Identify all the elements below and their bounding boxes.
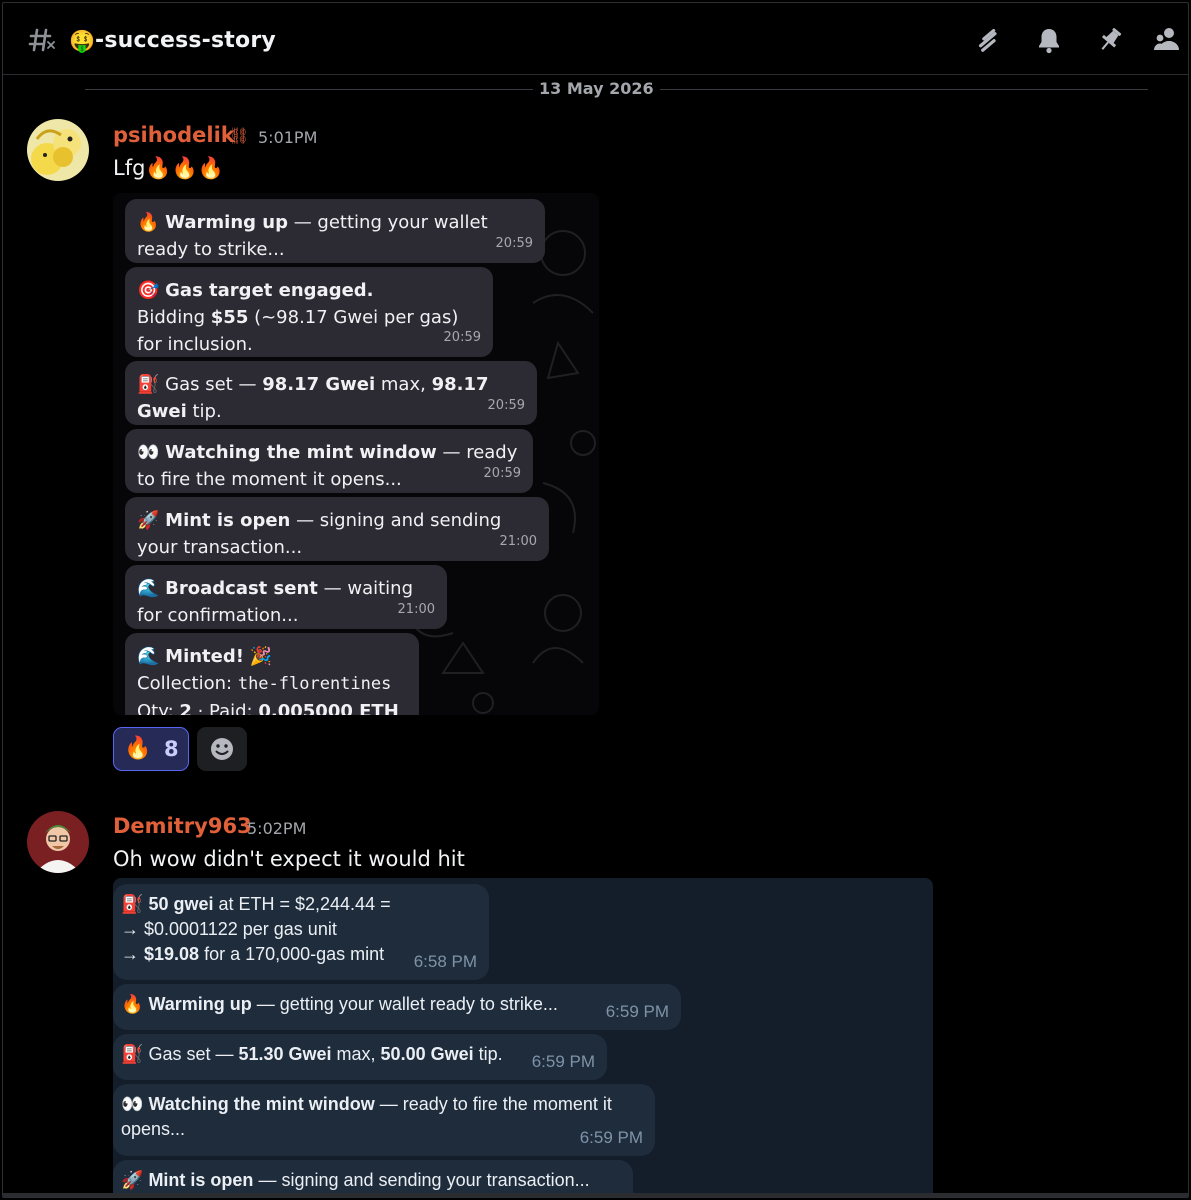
members-icon[interactable] xyxy=(1153,25,1183,55)
bot-message-bubble: 👀 Watching the mint window — ready to fi… xyxy=(125,429,533,493)
bell-icon[interactable] xyxy=(1034,25,1064,55)
message-image-attachment[interactable]: 🔥 Warming up — getting your wallet ready… xyxy=(113,193,599,715)
bot-message-bubble: ⛽ Gas set — 98.17 Gwei max, 98.17 Gwei t… xyxy=(125,361,537,425)
bot-message-bubble: ⛽ Gas set — 51.30 Gwei max, 50.00 Gwei t… xyxy=(113,1034,607,1080)
message-image-attachment[interactable]: ⛽ 50 gwei at ETH = $2,244.44 = → $0.0001… xyxy=(113,878,933,1197)
bot-message-bubble: 👀 Watching the mint window — ready to fi… xyxy=(113,1084,655,1156)
bot-message-bubble: 🎯 Gas target engaged. Bidding $55 (~98.1… xyxy=(125,267,493,357)
channel-header: 🤑 -success-story xyxy=(3,3,1188,75)
bot-message-bubble: 🔥 Warming up — getting your wallet ready… xyxy=(125,199,545,263)
avatar-psihodelik[interactable] xyxy=(27,119,89,181)
date-divider-label: 13 May 2026 xyxy=(533,79,660,98)
message-text: Lfg🔥🔥🔥 xyxy=(113,156,224,180)
message-timestamp: 5:02PM xyxy=(247,819,307,838)
reaction-count: 8 xyxy=(164,737,179,761)
bot-message-bubble: 🌊 Broadcast sent — waiting for confirmat… xyxy=(125,565,447,629)
bottom-scroll-edge xyxy=(3,1193,1188,1197)
author-badge-icon: ⛓ xyxy=(229,126,250,145)
channel-name: -success-story xyxy=(95,28,276,53)
chat-window: 🤑 -success-story 13 May 2026 psihodelik … xyxy=(2,2,1189,1198)
add-reaction-button[interactable] xyxy=(197,727,247,771)
avatar-demitry963[interactable] xyxy=(27,811,89,873)
message-text: Oh wow didn't expect it would hit xyxy=(113,847,465,871)
add-reaction-icon xyxy=(211,738,233,760)
channel-emoji: 🤑 xyxy=(69,29,96,53)
message-timestamp: 5:01PM xyxy=(258,128,318,147)
text-channel-icon xyxy=(28,28,55,52)
bot-message-bubble: 🚀 Mint is open — signing and sending you… xyxy=(125,497,549,561)
reaction-button[interactable]: 🔥 8 xyxy=(113,727,189,771)
reaction-emoji: 🔥 xyxy=(124,736,152,761)
bot-message-bubble-minted: 🌊 Minted! 🎉 Collection: the-florentines … xyxy=(125,633,419,715)
message-author[interactable]: Demitry963 xyxy=(113,814,252,838)
bot-message-bubble: 🔥 Warming up — getting your wallet ready… xyxy=(113,984,681,1030)
message-author[interactable]: psihodelik xyxy=(113,123,235,147)
pin-icon[interactable] xyxy=(1095,25,1125,55)
bot-message-bubble: ⛽ 50 gwei at ETH = $2,244.44 = → $0.0001… xyxy=(113,884,489,980)
threads-icon[interactable] xyxy=(973,25,1003,55)
